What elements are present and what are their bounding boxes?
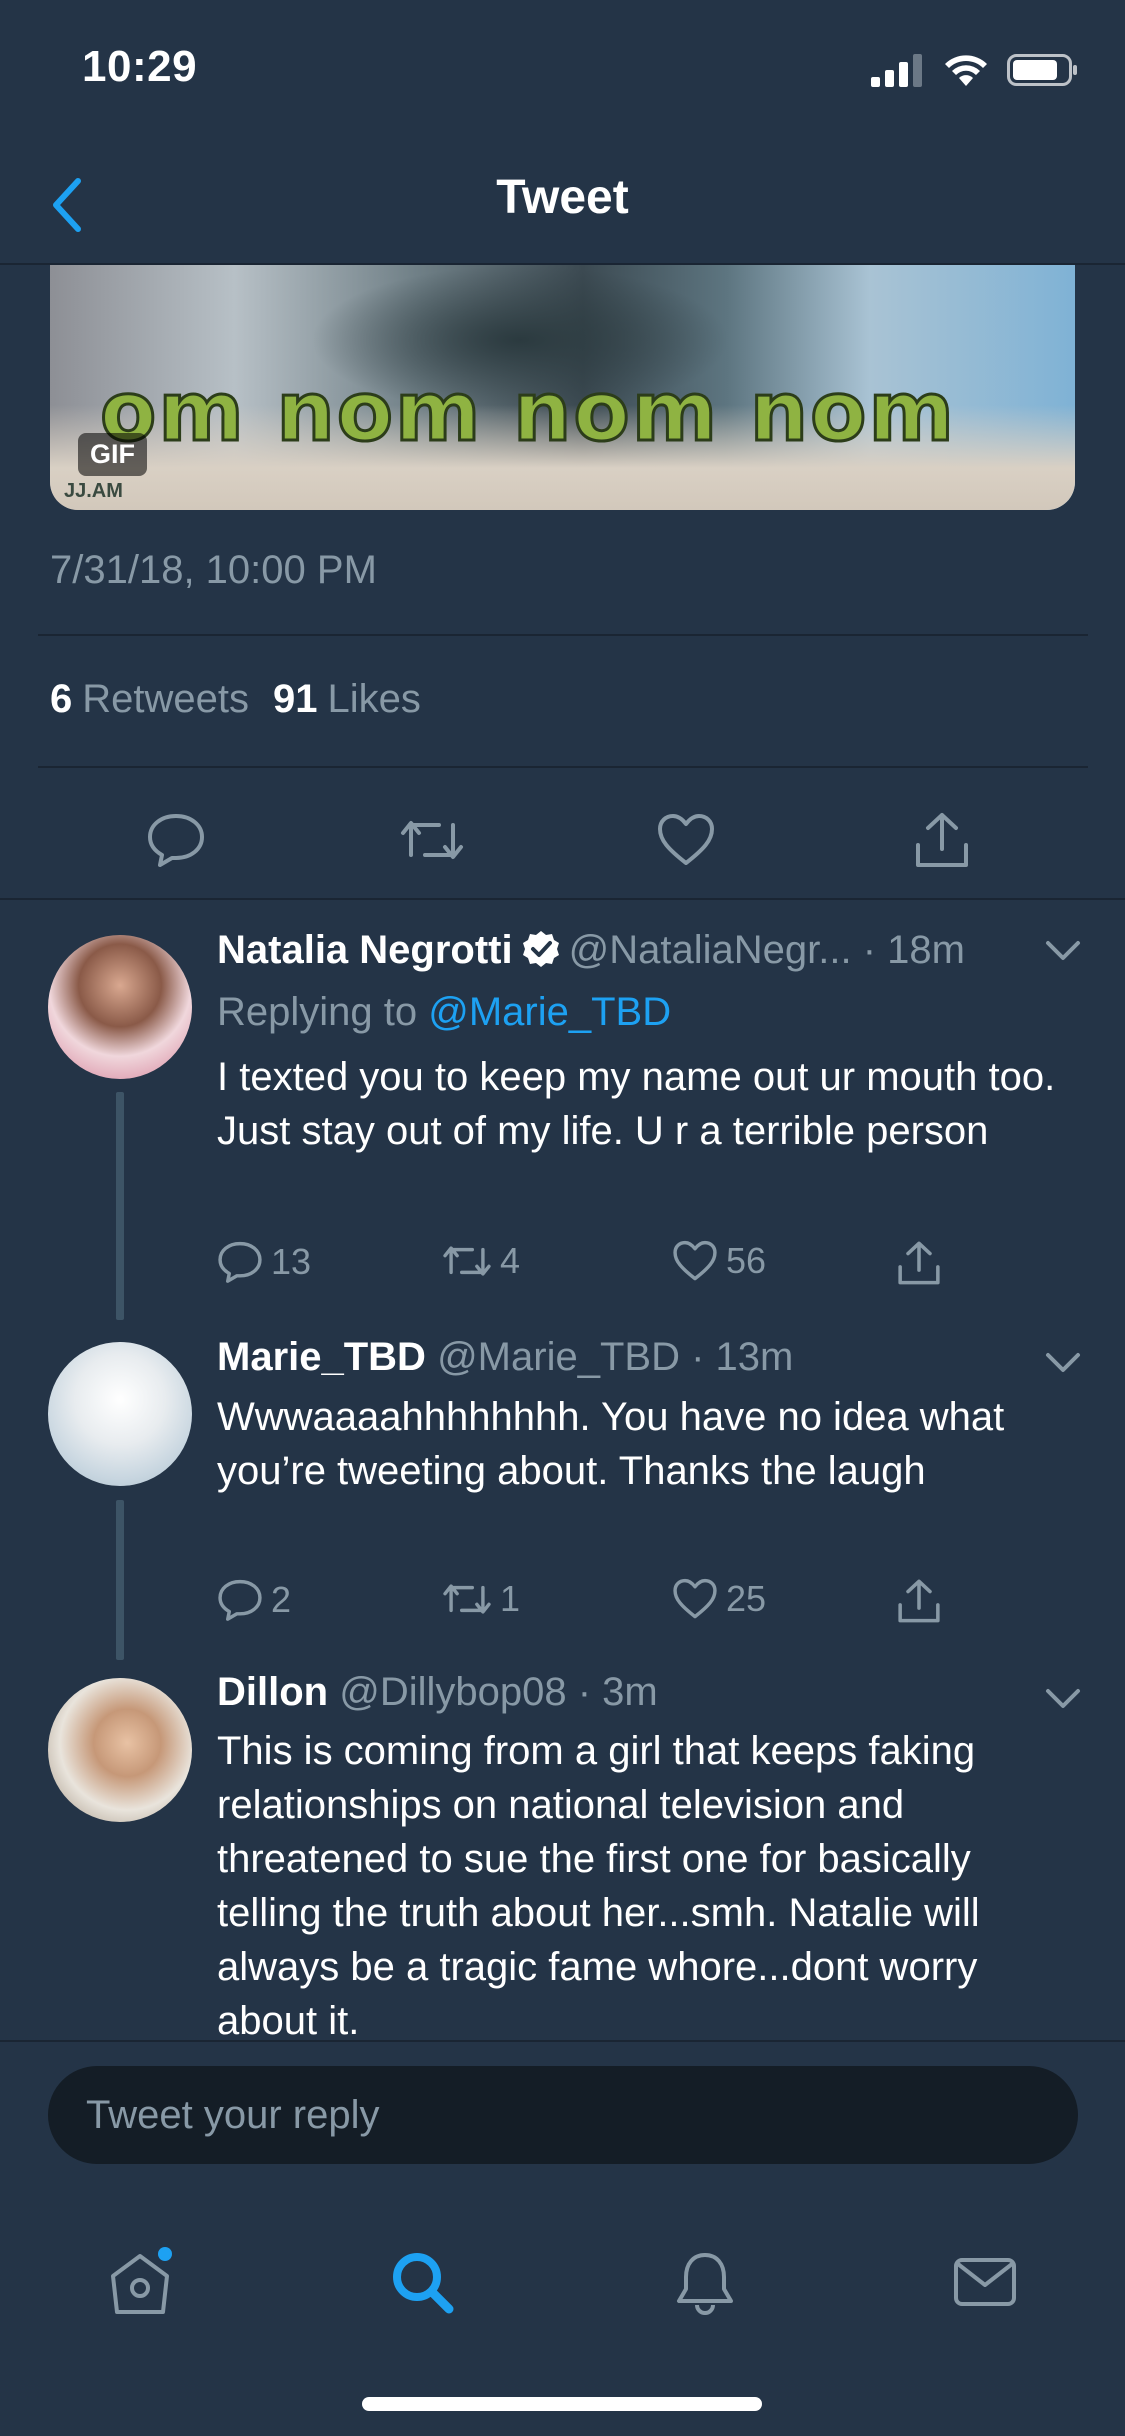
- share-button[interactable]: [897, 1578, 941, 1624]
- reply-actions: 2 1 25: [217, 1578, 977, 1638]
- reply-button[interactable]: [136, 800, 216, 880]
- verified-icon: [522, 931, 559, 967]
- tweet-actions: [0, 800, 1125, 880]
- retweet-button[interactable]: [392, 800, 472, 880]
- gif-caption: om nom nom nom: [99, 364, 956, 462]
- retweet-icon: [443, 1584, 491, 1614]
- reply-time: · 18m: [862, 928, 965, 972]
- notifications-icon: [677, 2253, 733, 2315]
- retweet-count: 1: [500, 1578, 521, 1619]
- author-handle: @Dillybop08: [339, 1670, 567, 1714]
- reply-icon: [148, 814, 204, 867]
- like-button[interactable]: 25: [672, 1578, 766, 1620]
- reply-input[interactable]: Tweet your reply: [48, 2066, 1078, 2164]
- share-icon: [916, 813, 968, 867]
- mention-link[interactable]: @Marie_TBD: [428, 990, 671, 1034]
- status-time: 10:29: [82, 42, 198, 91]
- reply-button[interactable]: 13: [217, 1240, 311, 1284]
- like-button[interactable]: 56: [672, 1240, 766, 1282]
- gif-media[interactable]: om nom nom nom GIF JJ.AM: [50, 265, 1075, 510]
- author-name[interactable]: Dillon: [217, 1670, 328, 1714]
- replying-prefix: Replying to: [217, 990, 418, 1034]
- bottom-bar: Tweet your reply: [0, 2040, 1125, 2436]
- retweet-button[interactable]: 4: [442, 1240, 520, 1282]
- reply-time: · 3m: [577, 1670, 658, 1714]
- like-count: 56: [726, 1240, 767, 1281]
- share-icon: [898, 1241, 940, 1285]
- caret-down-icon[interactable]: [1045, 1688, 1081, 1710]
- likes-stat[interactable]: 91 Likes: [273, 677, 421, 722]
- retweets-stat[interactable]: 6 Retweets: [50, 677, 249, 722]
- tab-bar: [0, 2222, 1125, 2342]
- nav-bar: Tweet: [0, 140, 1125, 265]
- signal-icon: [871, 54, 922, 87]
- divider: [38, 634, 1088, 636]
- retweet-icon: [443, 1246, 491, 1276]
- tweet-timestamp: 7/31/18, 10:00 PM: [50, 548, 377, 592]
- likes-count: 91: [273, 677, 318, 721]
- like-button[interactable]: [646, 800, 726, 880]
- reply-header: Dillon @Dillybop08 · 3m: [217, 1670, 658, 1715]
- tab-search[interactable]: [362, 2222, 482, 2342]
- like-count: 25: [726, 1578, 767, 1619]
- home-indicator[interactable]: [362, 2397, 762, 2411]
- page-title: Tweet: [496, 171, 629, 224]
- retweets-label: Retweets: [82, 677, 249, 721]
- reply-placeholder: Tweet your reply: [86, 2092, 380, 2137]
- avatar[interactable]: [48, 1678, 192, 1822]
- like-icon: [673, 1578, 717, 1619]
- reply-text: I texted you to keep my name out ur mout…: [217, 1055, 1056, 1153]
- author-handle: @NataliaNegr...: [568, 928, 852, 972]
- tab-notifications[interactable]: [645, 2222, 765, 2342]
- reply-count: 2: [271, 1579, 292, 1620]
- reply-header: Marie_TBD @Marie_TBD · 13m: [217, 1335, 793, 1380]
- wifi-icon: [945, 55, 987, 86]
- avatar[interactable]: [48, 1342, 192, 1486]
- battery-icon: [1007, 54, 1077, 86]
- reply-text: This is coming from a girl that keeps fa…: [217, 1729, 980, 2040]
- share-button[interactable]: [902, 800, 982, 880]
- author-name[interactable]: Marie_TBD: [217, 1335, 426, 1379]
- reply-icon: [218, 1241, 262, 1283]
- divider: [38, 766, 1088, 768]
- thread-line: [116, 1092, 124, 1320]
- home-icon: [111, 2247, 172, 2314]
- reply-actions: 13 4 56: [217, 1240, 977, 1300]
- retweet-icon: [401, 821, 463, 859]
- gif-watermark: JJ.AM: [64, 480, 123, 502]
- reply-text: Wwwaaaahhhhhhhh. You have no idea what y…: [217, 1395, 1005, 1493]
- tab-messages[interactable]: [925, 2222, 1045, 2342]
- reply-time: · 13m: [691, 1335, 794, 1379]
- search-icon: [393, 2253, 454, 2314]
- like-icon: [658, 814, 714, 865]
- share-icon: [898, 1579, 940, 1623]
- likes-label: Likes: [327, 677, 421, 721]
- tab-home[interactable]: [80, 2222, 200, 2342]
- replying-to: Replying to @Marie_TBD: [217, 990, 671, 1035]
- like-icon: [673, 1240, 717, 1281]
- reply-button[interactable]: 2: [217, 1578, 291, 1622]
- avatar[interactable]: [48, 935, 192, 1079]
- caret-down-icon[interactable]: [1045, 1352, 1081, 1374]
- messages-icon: [954, 2258, 1016, 2306]
- status-bar: 10:29: [0, 0, 1125, 140]
- divider: [0, 898, 1125, 900]
- reply-icon: [218, 1579, 262, 1621]
- retweet-button[interactable]: 1: [442, 1578, 520, 1620]
- share-button[interactable]: [897, 1240, 941, 1286]
- author-handle: @Marie_TBD: [437, 1335, 680, 1379]
- author-name[interactable]: Natalia Negrotti: [217, 928, 513, 972]
- status-icons: [871, 50, 1079, 90]
- reply-header: Natalia Negrotti @NataliaNegr... · 18m: [217, 928, 965, 973]
- caret-down-icon[interactable]: [1045, 940, 1081, 962]
- retweet-count: 4: [500, 1240, 521, 1281]
- reply-count: 13: [271, 1241, 312, 1282]
- thread-line: [116, 1500, 124, 1660]
- gif-badge: GIF: [78, 433, 147, 476]
- tweet-stats: 6 Retweets 91 Likes: [50, 677, 421, 722]
- retweets-count: 6: [50, 677, 73, 721]
